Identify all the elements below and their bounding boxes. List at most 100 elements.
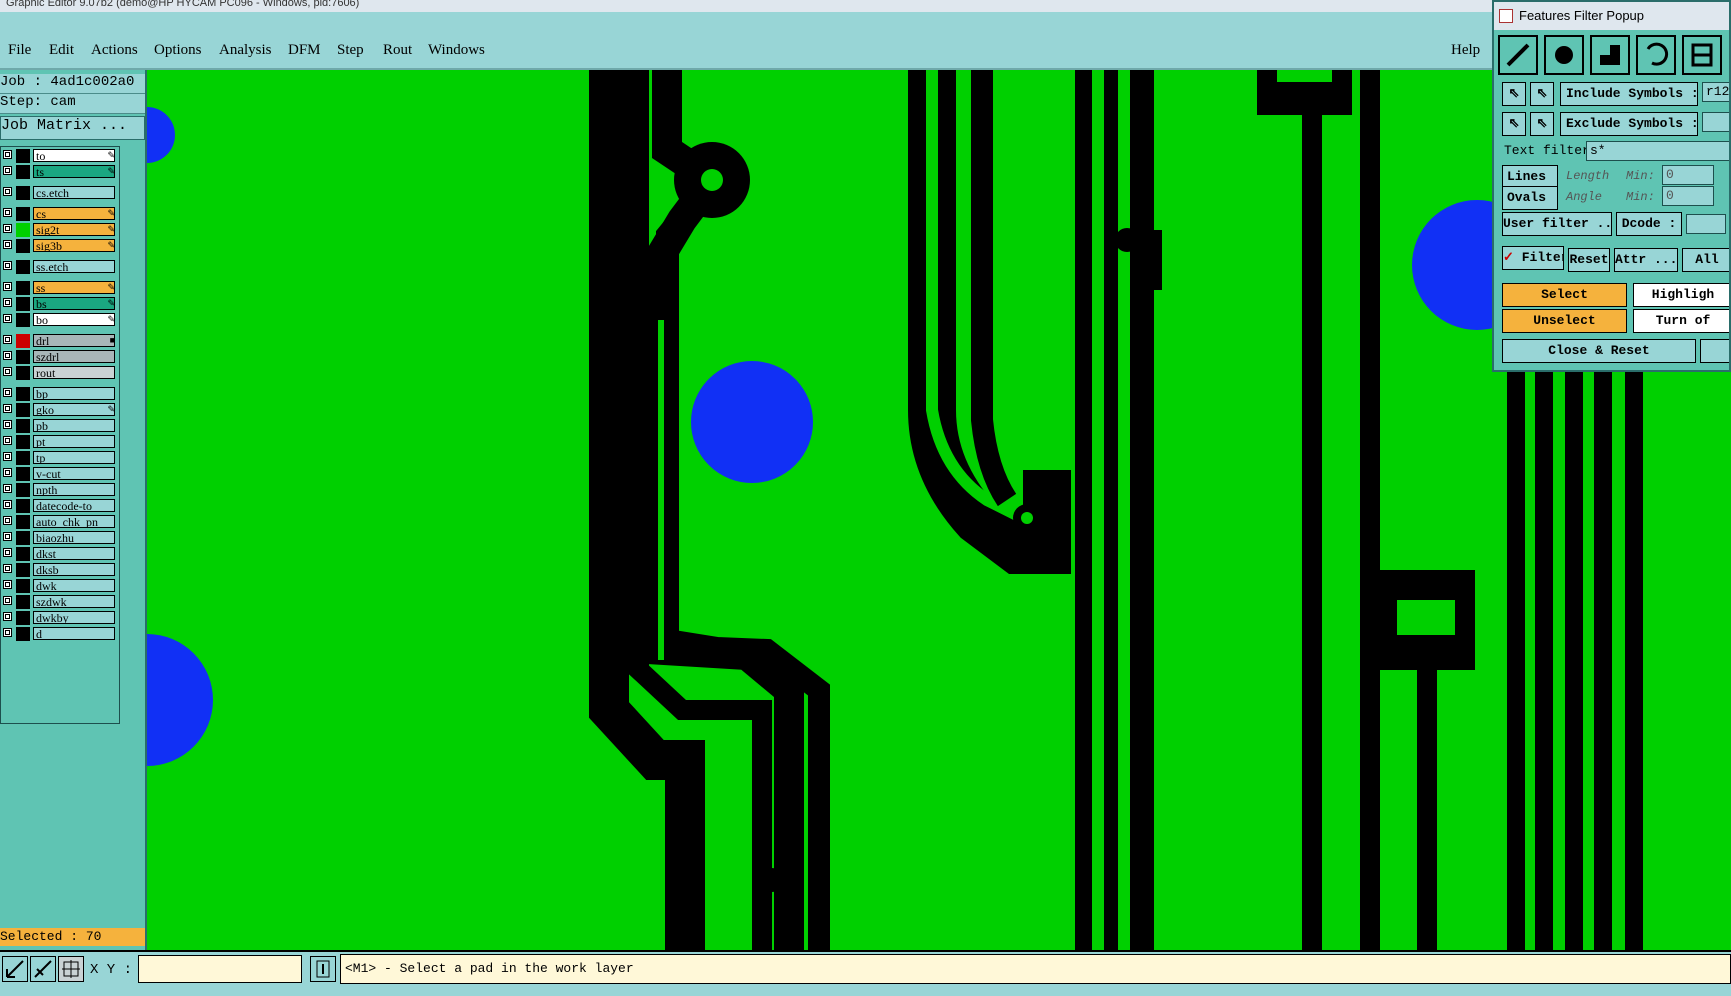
layer-row[interactable]: sig3b ✎: [1, 239, 119, 253]
close-reset-button[interactable]: Close & Reset: [1502, 339, 1696, 363]
layer-checkbox[interactable]: [3, 500, 12, 509]
layer-name[interactable]: drl: [33, 334, 115, 347]
layer-state-indicator[interactable]: [16, 499, 30, 513]
dcode-input[interactable]: [1686, 214, 1726, 234]
layer-row[interactable]: ss ✎: [1, 281, 119, 295]
layer-name[interactable]: v-cut: [33, 467, 115, 480]
layer-name[interactable]: cs: [33, 207, 115, 220]
layer-row[interactable]: cs.etch: [1, 186, 119, 200]
layer-name[interactable]: pt: [33, 435, 115, 448]
menu-rout[interactable]: Rout: [383, 42, 412, 59]
layer-row[interactable]: datecode-to: [1, 499, 119, 513]
layer-name[interactable]: dwk: [33, 579, 115, 592]
all-button[interactable]: All: [1682, 248, 1729, 272]
layer-row[interactable]: sig2t ✎: [1, 223, 119, 237]
layer-name[interactable]: bs: [33, 297, 115, 310]
layer-name[interactable]: to: [33, 149, 115, 162]
layer-checkbox[interactable]: [3, 452, 12, 461]
exclude-pick-button[interactable]: ⇖: [1502, 112, 1526, 136]
layer-name[interactable]: szdrl: [33, 350, 115, 363]
layer-checkbox[interactable]: [3, 367, 12, 376]
xy-input[interactable]: [138, 955, 302, 983]
measure-tool-button[interactable]: [30, 956, 56, 982]
layer-state-indicator[interactable]: [16, 579, 30, 593]
arc-feature-button[interactable]: [1636, 35, 1676, 75]
layer-state-indicator[interactable]: [16, 451, 30, 465]
filter-toggle[interactable]: ✓ Filter: [1502, 246, 1564, 270]
snap-tool-button[interactable]: [58, 956, 84, 982]
layer-state-indicator[interactable]: [16, 611, 30, 625]
layer-checkbox[interactable]: [3, 516, 12, 525]
layer-state-indicator[interactable]: [16, 223, 30, 237]
turn-off-button[interactable]: Turn of: [1633, 309, 1729, 333]
menu-file[interactable]: File: [8, 42, 31, 59]
include-pick-button[interactable]: ⇖: [1502, 82, 1526, 106]
layer-row[interactable]: d: [1, 627, 119, 641]
layer-row[interactable]: v-cut: [1, 467, 119, 481]
info-button[interactable]: [310, 956, 336, 982]
menu-actions[interactable]: Actions: [91, 42, 138, 59]
layer-checkbox[interactable]: [3, 436, 12, 445]
highlight-button[interactable]: Highligh: [1633, 283, 1729, 307]
layer-checkbox[interactable]: [3, 314, 12, 323]
layer-name[interactable]: datecode-to: [33, 499, 115, 512]
layer-checkbox[interactable]: [3, 404, 12, 413]
layer-name[interactable]: cs.etch: [33, 186, 115, 199]
menu-analysis[interactable]: Analysis: [219, 42, 272, 59]
layer-checkbox[interactable]: [3, 420, 12, 429]
layer-name[interactable]: dksb: [33, 563, 115, 576]
layer-state-indicator[interactable]: [16, 419, 30, 433]
layer-row[interactable]: dkst: [1, 547, 119, 561]
layer-row[interactable]: szdrl: [1, 350, 119, 364]
include-symbols-input[interactable]: r12: [1702, 82, 1729, 102]
layer-checkbox[interactable]: [3, 208, 12, 217]
layer-state-indicator[interactable]: [16, 239, 30, 253]
layer-state-indicator[interactable]: [16, 297, 30, 311]
exclude-symbols-input[interactable]: [1702, 112, 1729, 132]
layer-name[interactable]: ss: [33, 281, 115, 294]
layer-state-indicator[interactable]: [16, 387, 30, 401]
layer-checkbox[interactable]: [3, 298, 12, 307]
layer-checkbox[interactable]: [3, 224, 12, 233]
layer-state-indicator[interactable]: [16, 531, 30, 545]
exclude-list-button[interactable]: ⇖: [1530, 112, 1554, 136]
layer-name[interactable]: bp: [33, 387, 115, 400]
layer-checkbox[interactable]: [3, 187, 12, 196]
layer-row[interactable]: biaozhu: [1, 531, 119, 545]
layer-state-indicator[interactable]: [16, 435, 30, 449]
menu-help[interactable]: Help: [1451, 42, 1480, 59]
menu-edit[interactable]: Edit: [49, 42, 74, 59]
layer-state-indicator[interactable]: [16, 403, 30, 417]
layer-row[interactable]: ts ✎: [1, 165, 119, 179]
layer-name[interactable]: ts: [33, 165, 115, 178]
layer-name[interactable]: gko: [33, 403, 115, 416]
layer-state-indicator[interactable]: [16, 313, 30, 327]
layer-row[interactable]: szdwk: [1, 595, 119, 609]
layer-checkbox[interactable]: [3, 261, 12, 270]
layer-name[interactable]: sig3b: [33, 239, 115, 252]
layer-name[interactable]: auto_chk_pn: [33, 515, 115, 528]
line-feature-button[interactable]: [1498, 35, 1538, 75]
ovals-toggle[interactable]: Ovals: [1502, 186, 1558, 210]
layer-checkbox[interactable]: [3, 351, 12, 360]
layer-name[interactable]: npth: [33, 483, 115, 496]
layer-checkbox[interactable]: [3, 612, 12, 621]
layer-name[interactable]: d: [33, 627, 115, 640]
layer-row[interactable]: cs ✎: [1, 207, 119, 221]
pad-feature-button[interactable]: [1544, 35, 1584, 75]
layer-name[interactable]: tp: [33, 451, 115, 464]
layer-state-indicator[interactable]: [16, 186, 30, 200]
layer-checkbox[interactable]: [3, 628, 12, 637]
layer-checkbox[interactable]: [3, 150, 12, 159]
layer-row[interactable]: pt: [1, 435, 119, 449]
include-symbols-button[interactable]: Include Symbols :: [1560, 82, 1698, 106]
layer-name[interactable]: bo: [33, 313, 115, 326]
layer-checkbox[interactable]: [3, 532, 12, 541]
layer-checkbox[interactable]: [3, 468, 12, 477]
layer-row[interactable]: npth: [1, 483, 119, 497]
layer-row[interactable]: pb: [1, 419, 119, 433]
layer-row[interactable]: bp: [1, 387, 119, 401]
length-min-input[interactable]: 0: [1662, 165, 1714, 185]
layer-state-indicator[interactable]: [16, 334, 30, 348]
layer-row[interactable]: gko ✎: [1, 403, 119, 417]
